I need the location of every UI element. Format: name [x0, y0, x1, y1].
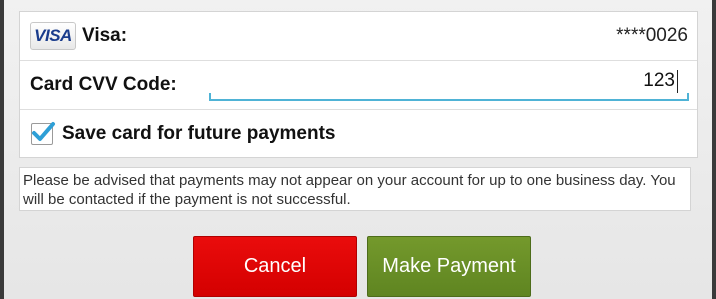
- payment-details-card: VISA Visa: ****0026 Card CVV Code: 123 S…: [19, 11, 698, 158]
- cancel-button[interactable]: Cancel: [193, 236, 357, 297]
- card-type-label: Visa:: [82, 25, 128, 46]
- save-card-label[interactable]: Save card for future payments: [62, 123, 335, 145]
- payment-notice: Please be advised that payments may not …: [19, 167, 691, 211]
- cvv-input-value[interactable]: 123: [643, 70, 675, 92]
- cvv-label: Card CVV Code:: [30, 74, 177, 95]
- card-row: VISA Visa: ****0026: [20, 12, 697, 61]
- cancel-button-label: Cancel: [243, 255, 307, 277]
- visa-logo-icon: VISA: [30, 22, 76, 50]
- cvv-row: Card CVV Code: 123: [20, 61, 697, 110]
- payment-notice-text: Please be advised that payments may not …: [23, 172, 676, 208]
- text-cursor: [677, 70, 678, 93]
- save-card-checkbox[interactable]: [31, 121, 55, 145]
- checkmark-icon: [32, 121, 55, 141]
- cvv-input-field[interactable]: 123: [209, 69, 689, 101]
- make-payment-button-label: Make Payment: [382, 255, 516, 277]
- payment-form-panel: VISA Visa: ****0026 Card CVV Code: 123 S…: [0, 0, 716, 299]
- make-payment-button[interactable]: Make Payment: [367, 236, 531, 297]
- masked-card-number: ****0026: [616, 25, 688, 46]
- save-card-row[interactable]: Save card for future payments: [20, 110, 697, 157]
